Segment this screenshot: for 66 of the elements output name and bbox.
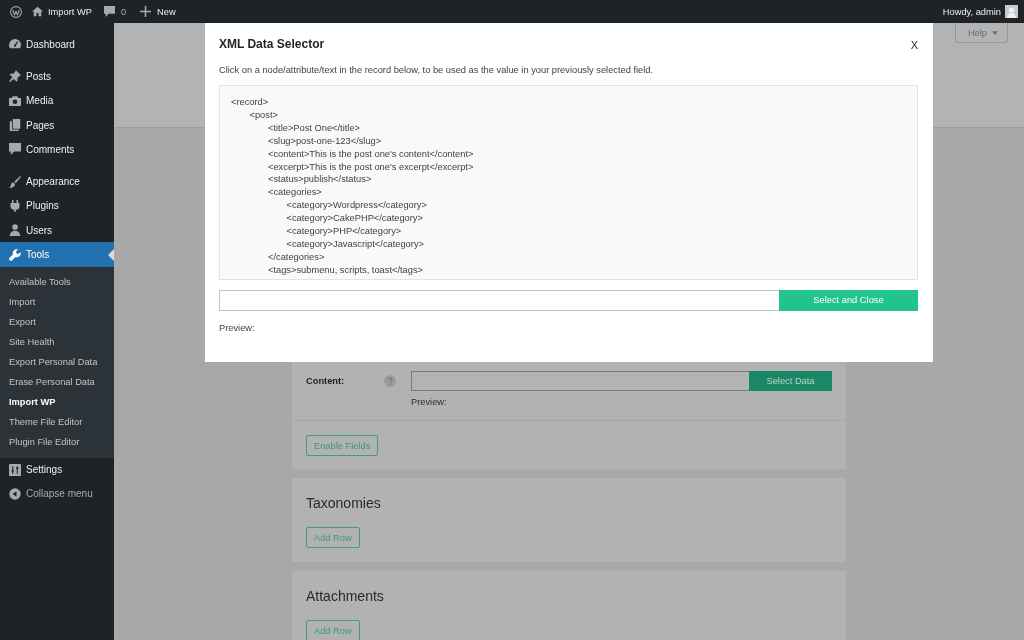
submenu-item[interactable]: Erase Personal Data <box>9 371 95 392</box>
preview-label: Preview: <box>219 321 255 334</box>
xml-node[interactable]: <tags>submenu, scripts, toast</tags> <box>268 263 424 277</box>
paintbrush-icon <box>9 175 21 188</box>
close-button[interactable]: X <box>910 39 918 51</box>
menu-item[interactable]: Users <box>9 218 53 243</box>
pointer-arrow-icon <box>108 248 114 261</box>
collapse-menu-button[interactable]: Collapse menu <box>9 481 93 506</box>
avatar-icon <box>1005 5 1018 18</box>
xml-node[interactable]: <category>Wordpress</category> <box>286 199 427 213</box>
dialog-title: XML Data Selector <box>219 36 325 52</box>
new-content-link[interactable]: New <box>140 3 176 20</box>
speech-bubble-icon <box>103 6 115 17</box>
sliders-icon <box>9 463 21 476</box>
submenu-item[interactable]: Available Tools <box>9 271 71 292</box>
xml-node[interactable]: <category>PHP</category> <box>286 225 402 238</box>
wrench-icon <box>9 248 21 261</box>
menu-item[interactable]: Pages <box>9 112 55 138</box>
xml-node[interactable]: <record> <box>231 96 269 109</box>
submenu-item[interactable]: Import <box>9 291 36 312</box>
xml-node[interactable]: <title>Post One</title> <box>268 121 360 135</box>
camera-icon <box>9 94 21 107</box>
xml-node[interactable]: </categories> <box>268 250 325 264</box>
pages-icon <box>9 119 21 132</box>
menu-item[interactable]: Tools <box>0 242 114 267</box>
xml-node[interactable]: <status>publish</status> <box>268 173 372 187</box>
speech-bubble-icon <box>9 143 21 156</box>
xml-node[interactable]: <excerpt>This is the post one's excerpt</excerpt> <box>268 160 474 174</box>
caret-icon <box>992 30 998 35</box>
text-input[interactable] <box>411 371 749 391</box>
xml-node[interactable]: <category>CakePHP</category> <box>286 212 423 226</box>
xml-node[interactable]: <post> <box>249 108 278 122</box>
site-name-link[interactable]: Import WP <box>32 3 92 20</box>
menu-item[interactable]: Posts <box>9 64 51 89</box>
instructions-text: Click on a node/attribute/text in the record below, to be used as the value in your previously selected field. <box>219 64 654 76</box>
plus-icon <box>140 6 152 17</box>
submenu-item[interactable]: Theme File Editor <box>9 411 83 432</box>
menu-item[interactable]: Plugins <box>9 193 59 219</box>
field-label: Content: <box>306 375 346 388</box>
account-link[interactable]: Howdy, admin <box>942 3 1018 20</box>
comments-link[interactable]: 0 <box>103 3 127 20</box>
submenu-item[interactable]: Import WP <box>9 391 56 412</box>
logo-icon[interactable] <box>10 5 22 18</box>
xml-node[interactable]: <slug>post-one-123</slug> <box>268 134 382 148</box>
submenu-item[interactable]: Plugin File Editor <box>9 431 80 452</box>
help-icon[interactable] <box>384 375 396 387</box>
person-icon <box>9 224 21 237</box>
menu-item[interactable]: Appearance <box>9 169 80 194</box>
submenu-item[interactable]: Export Personal Data <box>9 351 98 372</box>
selected-value-field[interactable] <box>219 289 779 311</box>
submenu-item[interactable]: Export <box>9 311 36 332</box>
menu-item[interactable]: Settings <box>9 457 63 482</box>
submenu-item[interactable]: Site Health <box>9 331 55 352</box>
menu-item[interactable]: Comments <box>9 137 75 162</box>
section-title: Attachments <box>306 587 384 605</box>
section-title: Taxonomies <box>306 494 381 512</box>
preview-label: Preview: <box>411 396 447 408</box>
pushpin-icon <box>9 70 21 83</box>
xml-node[interactable]: <categories> <box>268 186 322 200</box>
home-icon <box>32 6 43 17</box>
gauge-icon <box>9 38 21 51</box>
xml-node[interactable]: <content>This is the post one's content</content> <box>268 147 474 161</box>
xml-node[interactable]: <category>Javascript</category> <box>286 237 424 251</box>
plug-icon <box>9 199 21 212</box>
menu-item[interactable]: Media <box>9 88 54 113</box>
menu-item[interactable]: Dashboard <box>9 32 75 57</box>
